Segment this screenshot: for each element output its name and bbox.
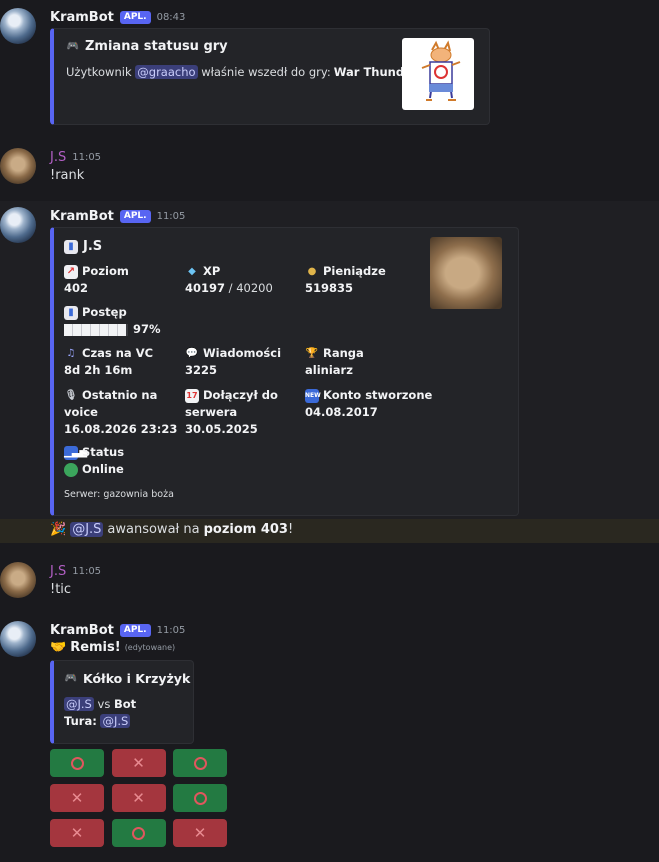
timestamp: 11:05 [156,210,186,222]
gem-icon: ◆ [188,265,196,277]
app-tag: APL. [119,10,151,24]
js-avatar[interactable] [0,562,36,598]
party-popper-icon: 🎉 [50,522,67,537]
bar-chart-icon: ▮ [64,305,78,320]
new-badge-icon: NEW [305,388,321,403]
cross-icon: ✕ [193,823,207,842]
tictactoe-embed: 🎮 Kółko i Krzyżyk @J.S vs Bot Tura: @J.S [50,660,194,744]
players-line: @J.S vs Bot [64,697,137,711]
money-bag-icon: ● [307,265,317,277]
board-cell-button[interactable]: ✕ [111,749,166,777]
cross-icon: ✕ [132,788,145,807]
rank-embed: ▮ J.S ↗ Poziom 402 ◆ XP 40197 / 40200 ● Pie… [50,227,519,516]
tictactoe-board: ✕ ✕ ✕ ✕ ✕ [50,749,228,847]
circle-icon [193,756,207,770]
new-level: poziom 403 [203,522,288,537]
result-text: Remis! [70,640,121,655]
timestamp: 11:05 [156,624,186,636]
field-level: ↗ Poziom 402 [64,264,129,295]
krambot-avatar[interactable] [0,8,36,44]
cross-icon: ✕ [70,788,84,807]
signal-bars-icon: ▁▃▅ [64,445,88,460]
krambot-avatar[interactable] [0,207,36,243]
field-messages: 💬 Wiadomości 3225 [185,346,282,377]
circle-icon [70,756,84,770]
trophy-icon: 🏆 [305,347,319,359]
turn-line: Tura: @J.S [64,714,131,728]
author-name[interactable]: KramBot [50,623,114,638]
js-avatar[interactable] [0,148,36,184]
author-name[interactable]: J.S [50,564,66,579]
gamepad-icon: 🎮 [64,672,78,684]
progress-fill [64,323,127,336]
cross-icon: ✕ [70,823,84,842]
author-name[interactable]: J.S [50,150,66,165]
field-rank: 🏆 Ranga aliniarz [305,346,364,377]
message-text: !rank [50,168,85,183]
board-cell-button[interactable] [111,819,166,847]
field-money: ● Pieniądze 519835 [305,264,386,295]
embed-title: J.S [83,239,103,254]
board-cell-button[interactable]: ✕ [50,784,104,812]
board-cell-button[interactable] [173,749,227,777]
user-mention[interactable]: @J.S [64,697,94,711]
krambot-avatar[interactable] [0,621,36,657]
speech-bubble-icon: 💬 [185,347,199,359]
timestamp: 08:43 [156,11,186,23]
circle-icon [132,826,145,840]
circle-icon [193,791,207,805]
timestamp: 11:05 [72,151,102,163]
board-cell-button[interactable]: ✕ [173,819,227,847]
author-name[interactable]: KramBot [50,10,114,25]
bar-chart-icon: ▮ [64,239,78,254]
board-cell-button[interactable] [173,784,227,812]
embed-title: Kółko i Krzyżyk [83,671,191,686]
user-mention[interactable]: @J.S [100,714,131,728]
field-vc: ♫ Czas na VC 8d 2h 16m [64,346,154,377]
message-text: !tic [50,582,72,597]
field-progress: ▮ Postęp 97% [64,304,204,338]
user-mention[interactable]: @J.S [70,522,104,537]
app-tag: APL. [119,209,151,223]
online-dot-icon [64,462,78,477]
gamepad-icon: 🎮 [66,40,80,52]
edited-label: (edytowane) [124,643,176,652]
calendar-icon: 17 [185,388,199,403]
embed-footer: Serwer: gazownia boża [64,489,174,500]
cross-icon: ✕ [132,753,145,772]
board-cell-button[interactable] [50,749,104,777]
embed-thumbnail[interactable] [430,237,502,309]
progress-bar [64,323,128,336]
board-cell-button[interactable]: ✕ [111,784,166,812]
field-xp: ◆ XP 40197 / 40200 [185,264,273,295]
embed-title: Zmiana statusu gry [85,39,228,54]
field-last-voice: 🎙 Ostatnio na voice 16.08.2026 23:23 [64,388,178,436]
levelup-message: 🎉 @J.S awansował na poziom 403! [0,519,659,543]
microphone-icon: 🎙 [64,389,78,401]
timestamp: 11:05 [72,565,102,577]
app-tag: APL. [119,623,151,637]
result-line: 🤝 Remis! (edytowane) [50,640,175,655]
handshake-icon: 🤝 [50,640,67,655]
user-mention[interactable]: @graacho [135,65,198,79]
author-name[interactable]: KramBot [50,209,114,224]
field-status: ▁▃▅ Status Online [64,445,125,477]
game-status-embed: 🎮 Zmiana statusu gry Użytkownik @graacho… [50,28,490,125]
field-created: NEW Konto stworzone 04.08.2017 [305,388,433,419]
cat-drawing-icon [421,40,461,101]
music-notes-icon: ♫ [66,347,76,359]
board-cell-button[interactable]: ✕ [50,819,104,847]
field-joined: 17 Dołączył do serwera 30.05.2025 [185,388,278,436]
embed-thumbnail[interactable] [402,38,474,110]
embed-description: Użytkownik @graacho właśnie wszedł do gr… [66,65,422,79]
chart-up-icon: ↗ [64,264,78,279]
